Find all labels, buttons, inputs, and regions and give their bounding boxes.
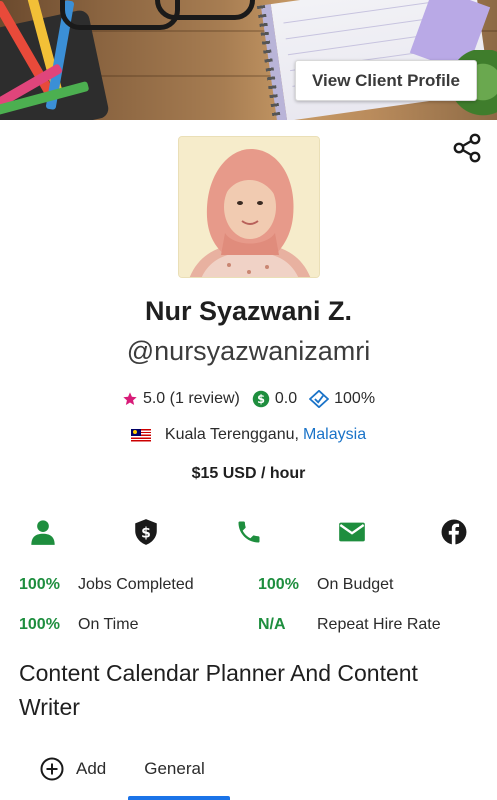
metric-value: 100% [19, 576, 60, 593]
view-client-profile-button[interactable]: View Client Profile [295, 60, 477, 101]
rating-stat: 5.0 (1 review) [122, 390, 240, 408]
earnings-score: 0.0 [274, 390, 298, 407]
add-label: Add [76, 759, 107, 778]
rating-value: 5.0 [142, 390, 166, 407]
metric-label: Repeat Hire Rate [317, 616, 441, 633]
profile-headline: Content Calendar Planner And Content Wri… [19, 660, 418, 720]
completion-stat: 100% [309, 390, 375, 408]
completion-icon [309, 390, 330, 408]
review-count-link[interactable]: (1 review) [170, 390, 240, 408]
metric-on-time: 100% On Time [19, 616, 138, 634]
share-icon[interactable] [451, 132, 483, 164]
star-icon [123, 392, 137, 405]
plus-circle-icon [40, 757, 64, 781]
phone-icon[interactable] [232, 515, 266, 549]
earnings-stat: $ 0.0 [252, 390, 297, 408]
profile-location: Kuala Terengganu, Malaysia [0, 426, 497, 444]
verified-payment-icon[interactable]: $ [129, 515, 163, 549]
malaysia-flag-icon [130, 428, 151, 442]
svg-text:$: $ [141, 525, 151, 541]
tab-general[interactable]: General [144, 759, 204, 779]
svg-text:$: $ [257, 393, 265, 406]
metric-value: 100% [19, 616, 60, 633]
active-tab-indicator [128, 796, 230, 800]
metric-value: N/A [258, 616, 286, 633]
facebook-icon[interactable] [437, 515, 471, 549]
profile-stats: 5.0 (1 review) $ 0.0 100% [0, 390, 497, 408]
avatar [178, 136, 320, 278]
metric-repeat-hire-rate: N/A Repeat Hire Rate [258, 616, 441, 634]
profile-username: @nursyazwanizamri [126, 336, 371, 366]
metric-value: 100% [258, 576, 299, 593]
eyeglasses-image [155, 0, 255, 20]
location-country-link[interactable]: Malaysia [303, 426, 366, 444]
user-icon[interactable] [26, 515, 60, 549]
add-button[interactable]: Add [40, 757, 106, 781]
completion-rate: 100% [334, 390, 376, 407]
metric-label: On Time [78, 616, 139, 633]
email-icon[interactable] [335, 515, 369, 549]
metric-label: Jobs Completed [78, 576, 194, 593]
hourly-rate: $15 USD / hour [191, 465, 306, 482]
notebook-spiral [256, 4, 282, 120]
profile-name: Nur Syazwani Z. [144, 296, 353, 326]
verification-icons-row: $ [0, 515, 497, 549]
dollar-circle-icon: $ [252, 390, 270, 408]
profile-tabs-row: Add General [40, 757, 205, 781]
metric-jobs-completed: 100% Jobs Completed [19, 576, 194, 594]
location-city: Kuala Terengganu, [164, 426, 299, 443]
metric-label: On Budget [317, 576, 394, 593]
metric-on-budget: 100% On Budget [258, 576, 394, 594]
